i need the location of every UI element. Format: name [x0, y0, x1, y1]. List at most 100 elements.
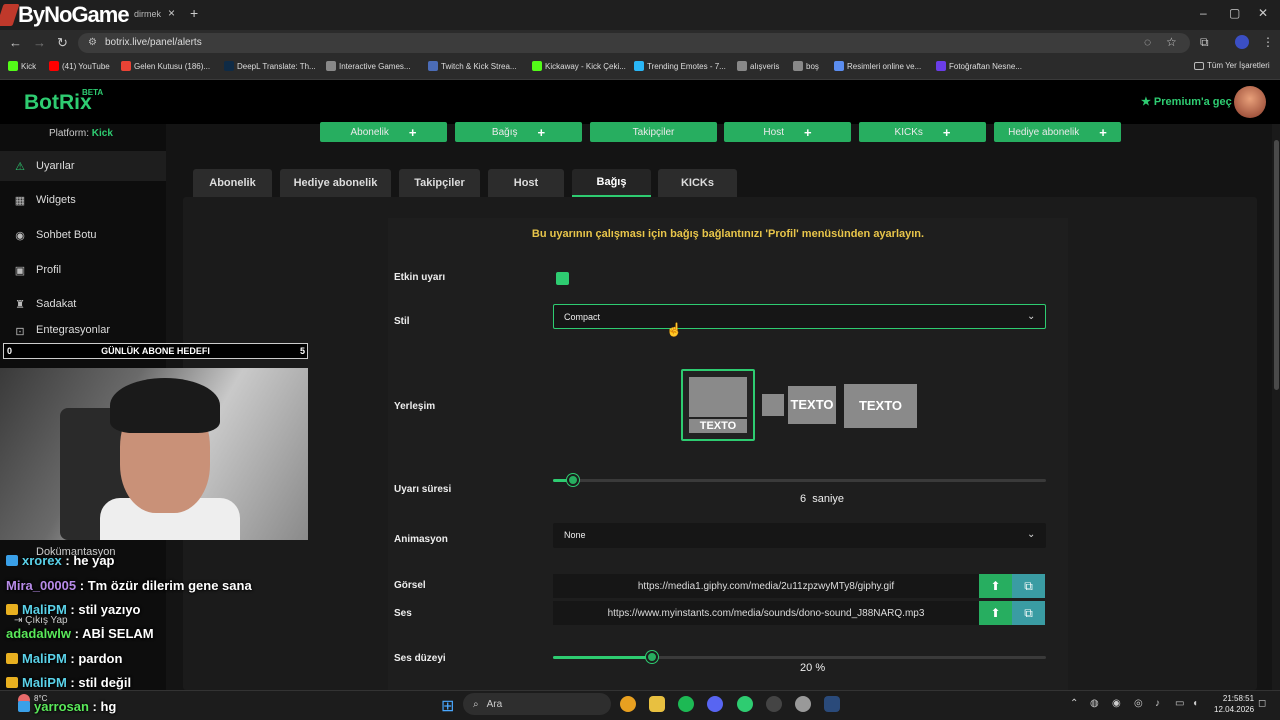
tab-subscription[interactable]: Abonelik [193, 169, 272, 197]
goal-title: GÜNLÜK ABONE HEDEFI [101, 346, 210, 356]
bookmark-item[interactable]: Gelen Kutusu (186)... [121, 61, 210, 71]
app-icon[interactable] [766, 696, 782, 712]
microphone-icon[interactable]: ♪ [1155, 698, 1160, 709]
upload-image-button[interactable]: ⬆ [979, 574, 1012, 598]
sound-url-input[interactable]: https://www.myinstants.com/media/sounds/… [553, 601, 979, 625]
bookmark-favicon-icon [224, 61, 234, 71]
discord-icon[interactable] [707, 696, 723, 712]
bookmark-item[interactable]: Kick [8, 61, 36, 71]
tab-close-icon[interactable]: × [168, 6, 175, 20]
add-kicks-alert-button[interactable]: KICKs + [859, 122, 986, 142]
tab-kicks[interactable]: KICKs [658, 169, 737, 197]
sidebar-item-chatbot[interactable]: ◉ Sohbet Botu [0, 220, 166, 250]
windows-start-icon[interactable]: ⊞ [441, 696, 454, 716]
sidebar-item-loyalty[interactable]: ♜ Sadakat [0, 289, 166, 319]
site-info-icon[interactable]: ⚙ [88, 37, 97, 48]
sidebar-item-alerts[interactable]: ⚠ Uyarılar [0, 151, 166, 181]
bookmark-item[interactable]: boş [793, 61, 819, 71]
close-window-button[interactable]: ✕ [1258, 6, 1268, 20]
back-button[interactable]: ← [9, 35, 22, 50]
bookmark-item[interactable]: Trending Emotes - 7... [634, 61, 726, 71]
taskbar-clock[interactable]: 21:58:51 12.04.2026 [1214, 693, 1254, 715]
all-bookmarks-folder[interactable]: Tüm Yer İşaretleri [1194, 61, 1270, 70]
image-gallery-button[interactable]: ⧉ [1012, 574, 1045, 598]
tray-chevron-icon[interactable]: ⌃ [1070, 698, 1078, 709]
taskbar-search[interactable]: ⌕ Ara [463, 693, 611, 715]
chat-message: yarrosan : hg [18, 699, 116, 714]
add-followers-alert-button[interactable]: Takipçiler [590, 122, 717, 142]
bookmark-item[interactable]: Fotoğraftan Nesne... [936, 61, 1022, 71]
tab-donation[interactable]: Bağış [572, 169, 651, 197]
sidebar-item-label: Widgets [36, 194, 76, 206]
add-subscription-alert-button[interactable]: Abonelik + [320, 122, 447, 142]
bookmark-item[interactable]: alışveris [737, 61, 779, 71]
add-donation-alert-button[interactable]: Bağış + [455, 122, 582, 142]
url-input[interactable] [78, 33, 1190, 53]
menu-icon[interactable]: ⋮ [1262, 35, 1274, 49]
layout-option-overlay[interactable]: TEXTO [844, 384, 917, 428]
steam-icon[interactable] [824, 696, 840, 712]
add-host-alert-button[interactable]: Host + [724, 122, 851, 142]
browser-icon[interactable] [737, 696, 753, 712]
bookmark-favicon-icon [634, 61, 644, 71]
bookmark-item[interactable]: Interactive Games... [326, 61, 411, 71]
sidebar-item-profile[interactable]: ▣ Profil [0, 255, 166, 285]
new-tab-button[interactable]: + [190, 5, 198, 21]
scrollbar-thumb[interactable] [1274, 140, 1279, 390]
duration-slider-track[interactable] [553, 479, 1046, 482]
tab-followers[interactable]: Takipçiler [399, 169, 480, 197]
reload-button[interactable]: ↻ [57, 35, 68, 51]
sidebar-item-integrations[interactable]: ⊡ Entegrasyonlar [0, 324, 166, 342]
streamer-hair [110, 378, 220, 433]
maximize-button[interactable]: ▢ [1229, 6, 1240, 20]
layout-option-side[interactable]: TEXTO [762, 386, 836, 424]
profile-icon[interactable] [1235, 35, 1249, 49]
animation-select[interactable] [553, 523, 1046, 548]
extensions-icon[interactable]: ⧉ [1200, 35, 1209, 50]
tray-discord-icon[interactable]: ◍ [1090, 698, 1099, 709]
eye-off-icon[interactable]: ◌ [1144, 35, 1151, 49]
platform-label: Platform: [49, 128, 90, 139]
tray-steam-icon[interactable]: ◎ [1134, 698, 1143, 709]
image-url-input[interactable]: https://media1.giphy.com/media/2u11zpzwy… [553, 574, 979, 598]
browser-tab-title[interactable]: dirmek [134, 9, 161, 19]
bookmark-item[interactable]: Twitch & Kick Strea... [428, 61, 517, 71]
style-select[interactable] [553, 304, 1046, 329]
tab-gift-subscription[interactable]: Hediye abonelik [280, 169, 391, 197]
tab-host[interactable]: Host [488, 169, 564, 197]
forward-button[interactable]: → [33, 35, 46, 50]
bookmark-item[interactable]: DeepL Translate: Th... [224, 61, 316, 71]
chat-text: : ABİ SELAM [74, 626, 154, 641]
file-explorer-icon[interactable] [649, 696, 665, 712]
bookmark-item[interactable]: (41) YouTube [49, 61, 110, 71]
add-gift-sub-alert-button[interactable]: Hediye abonelik + [994, 122, 1121, 142]
premium-link[interactable]: ★ Premium'a geç [1141, 95, 1232, 108]
network-icon[interactable]: ▭ [1175, 698, 1184, 709]
url-text[interactable]: botrix.live/panel/alerts [105, 37, 202, 48]
sidebar-item-widgets[interactable]: ▦ Widgets [0, 185, 166, 215]
add-button-label: Bağış [491, 126, 518, 138]
volume-label: Ses düzeyi [394, 653, 446, 664]
layout-text-sample: TEXTO [689, 419, 747, 433]
spotify-icon[interactable] [678, 696, 694, 712]
volume-slider-handle[interactable] [645, 651, 658, 663]
enabled-checkbox[interactable] [556, 272, 569, 285]
tray-spotify-icon[interactable]: ◉ [1112, 698, 1121, 709]
avatar[interactable] [1234, 86, 1266, 118]
duration-slider-handle[interactable] [567, 474, 579, 486]
volume-icon[interactable]: ◖ [1192, 698, 1198, 709]
id-card-icon: ▣ [14, 264, 26, 277]
bookmark-item[interactable]: Kickaway - Kick Çeki... [532, 61, 626, 71]
settings-icon[interactable] [795, 696, 811, 712]
bookmark-star-icon[interactable]: ☆ [1166, 35, 1177, 49]
layout-option-stacked[interactable]: TEXTO [681, 369, 755, 441]
chrome-icon[interactable] [620, 696, 636, 712]
bookmark-item[interactable]: Resimleri online ve... [834, 61, 921, 71]
notification-icon[interactable]: ◻ [1258, 698, 1266, 709]
upload-sound-button[interactable]: ⬆ [979, 601, 1012, 625]
bookmark-favicon-icon [737, 61, 747, 71]
bookmark-label: Gelen Kutusu (186)... [134, 61, 211, 71]
sound-gallery-button[interactable]: ⧉ [1012, 601, 1045, 625]
minimize-button[interactable]: – [1200, 6, 1207, 20]
volume-unit: % [815, 662, 826, 674]
